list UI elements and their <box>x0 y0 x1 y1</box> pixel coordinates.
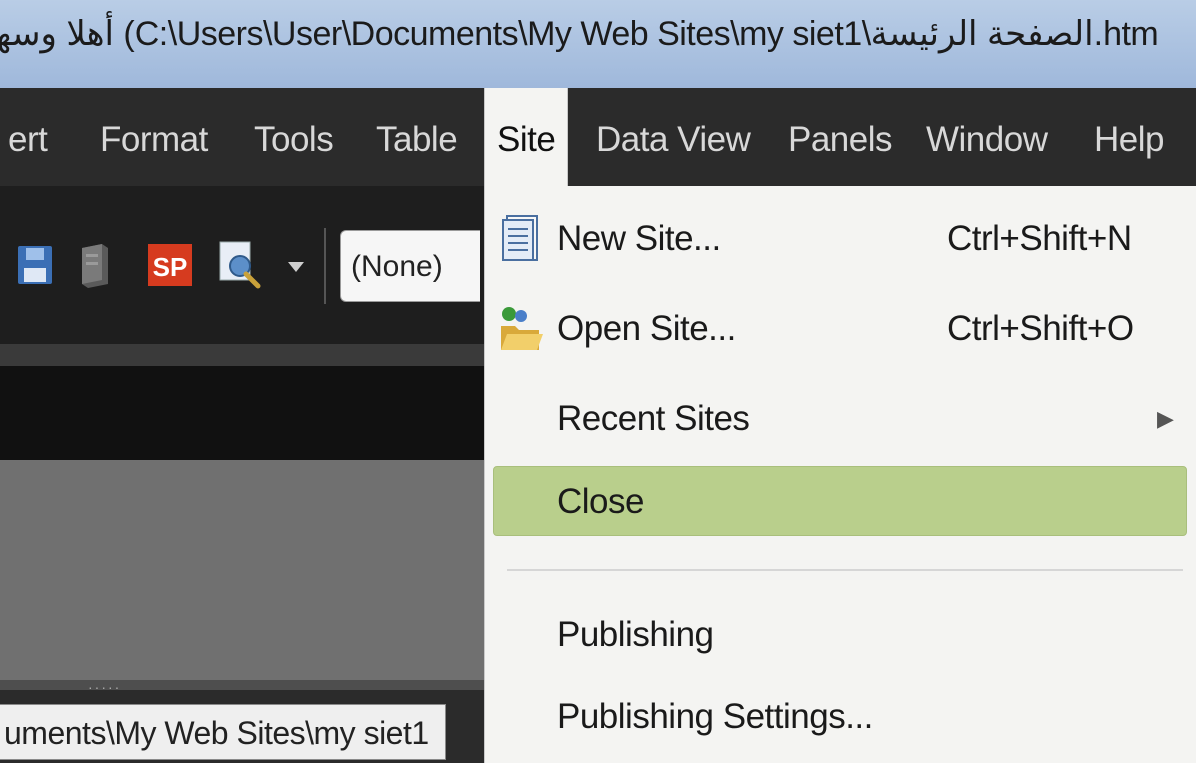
menu-insert[interactable]: ert <box>8 88 48 186</box>
menu-table[interactable]: Table <box>376 88 458 186</box>
menu-panels[interactable]: Panels <box>788 88 893 186</box>
server-icon[interactable] <box>76 240 112 290</box>
menu-item-new-site[interactable]: New Site... Ctrl+Shift+N <box>485 204 1196 274</box>
preview-icon[interactable] <box>218 240 266 290</box>
menu-data-view[interactable]: Data View <box>596 88 751 186</box>
menu-item-shortcut: Ctrl+Shift+N <box>947 219 1132 258</box>
menu-separator <box>507 569 1183 571</box>
menu-item-label: New Site... <box>557 219 721 258</box>
site-menu-dropdown: New Site... Ctrl+Shift+N Open Site... Ct… <box>484 186 1196 763</box>
editor-area <box>0 460 484 680</box>
menu-item-label: Recent Sites <box>557 399 750 438</box>
menu-item-publishing-settings[interactable]: Publishing Settings... <box>485 682 1196 752</box>
save-icon[interactable] <box>18 240 54 290</box>
menu-item-label: Publishing <box>557 615 714 654</box>
svg-text:SP: SP <box>153 252 188 282</box>
menu-window[interactable]: Window <box>926 88 1048 186</box>
style-combo[interactable]: (None) <box>340 230 480 302</box>
splitter[interactable] <box>0 680 484 690</box>
menu-help[interactable]: Help <box>1094 88 1164 186</box>
menu-item-close[interactable]: Close <box>493 466 1187 536</box>
open-folder-icon <box>501 307 543 350</box>
menu-item-shortcut: Ctrl+Shift+O <box>947 309 1134 348</box>
toolbar-strip <box>0 344 484 366</box>
menu-tools[interactable]: Tools <box>254 88 334 186</box>
menu-item-label: Close <box>557 482 644 521</box>
submenu-arrow-icon: ▶ <box>1157 406 1174 431</box>
sharepoint-icon[interactable]: SP <box>148 240 192 290</box>
menu-site[interactable]: Site <box>484 88 569 186</box>
menu-item-label: Open Site... <box>557 309 736 348</box>
title-bar: أهلا وسهلا (C:\Users\User\Documents\My W… <box>0 0 1196 88</box>
menu-item-label: Publishing Settings... <box>557 697 873 736</box>
dropdown-arrow-icon[interactable] <box>284 240 308 290</box>
new-site-icon <box>502 215 538 261</box>
menu-bar: ert Format Tools Table Site Data View Pa… <box>0 88 1196 186</box>
window-title: أهلا وسهلا (C:\Users\User\Documents\My W… <box>0 15 1159 53</box>
menu-item-open-site[interactable]: Open Site... Ctrl+Shift+O <box>485 294 1196 364</box>
menu-item-recent-sites[interactable]: Recent Sites ▶ <box>485 384 1196 454</box>
menu-item-publishing[interactable]: Publishing <box>485 600 1196 670</box>
menu-format[interactable]: Format <box>100 88 208 186</box>
toolbar-separator <box>324 228 326 304</box>
site-path-field: uments\My Web Sites\my siet1 <box>0 704 446 760</box>
tab-bar-area <box>0 366 484 460</box>
